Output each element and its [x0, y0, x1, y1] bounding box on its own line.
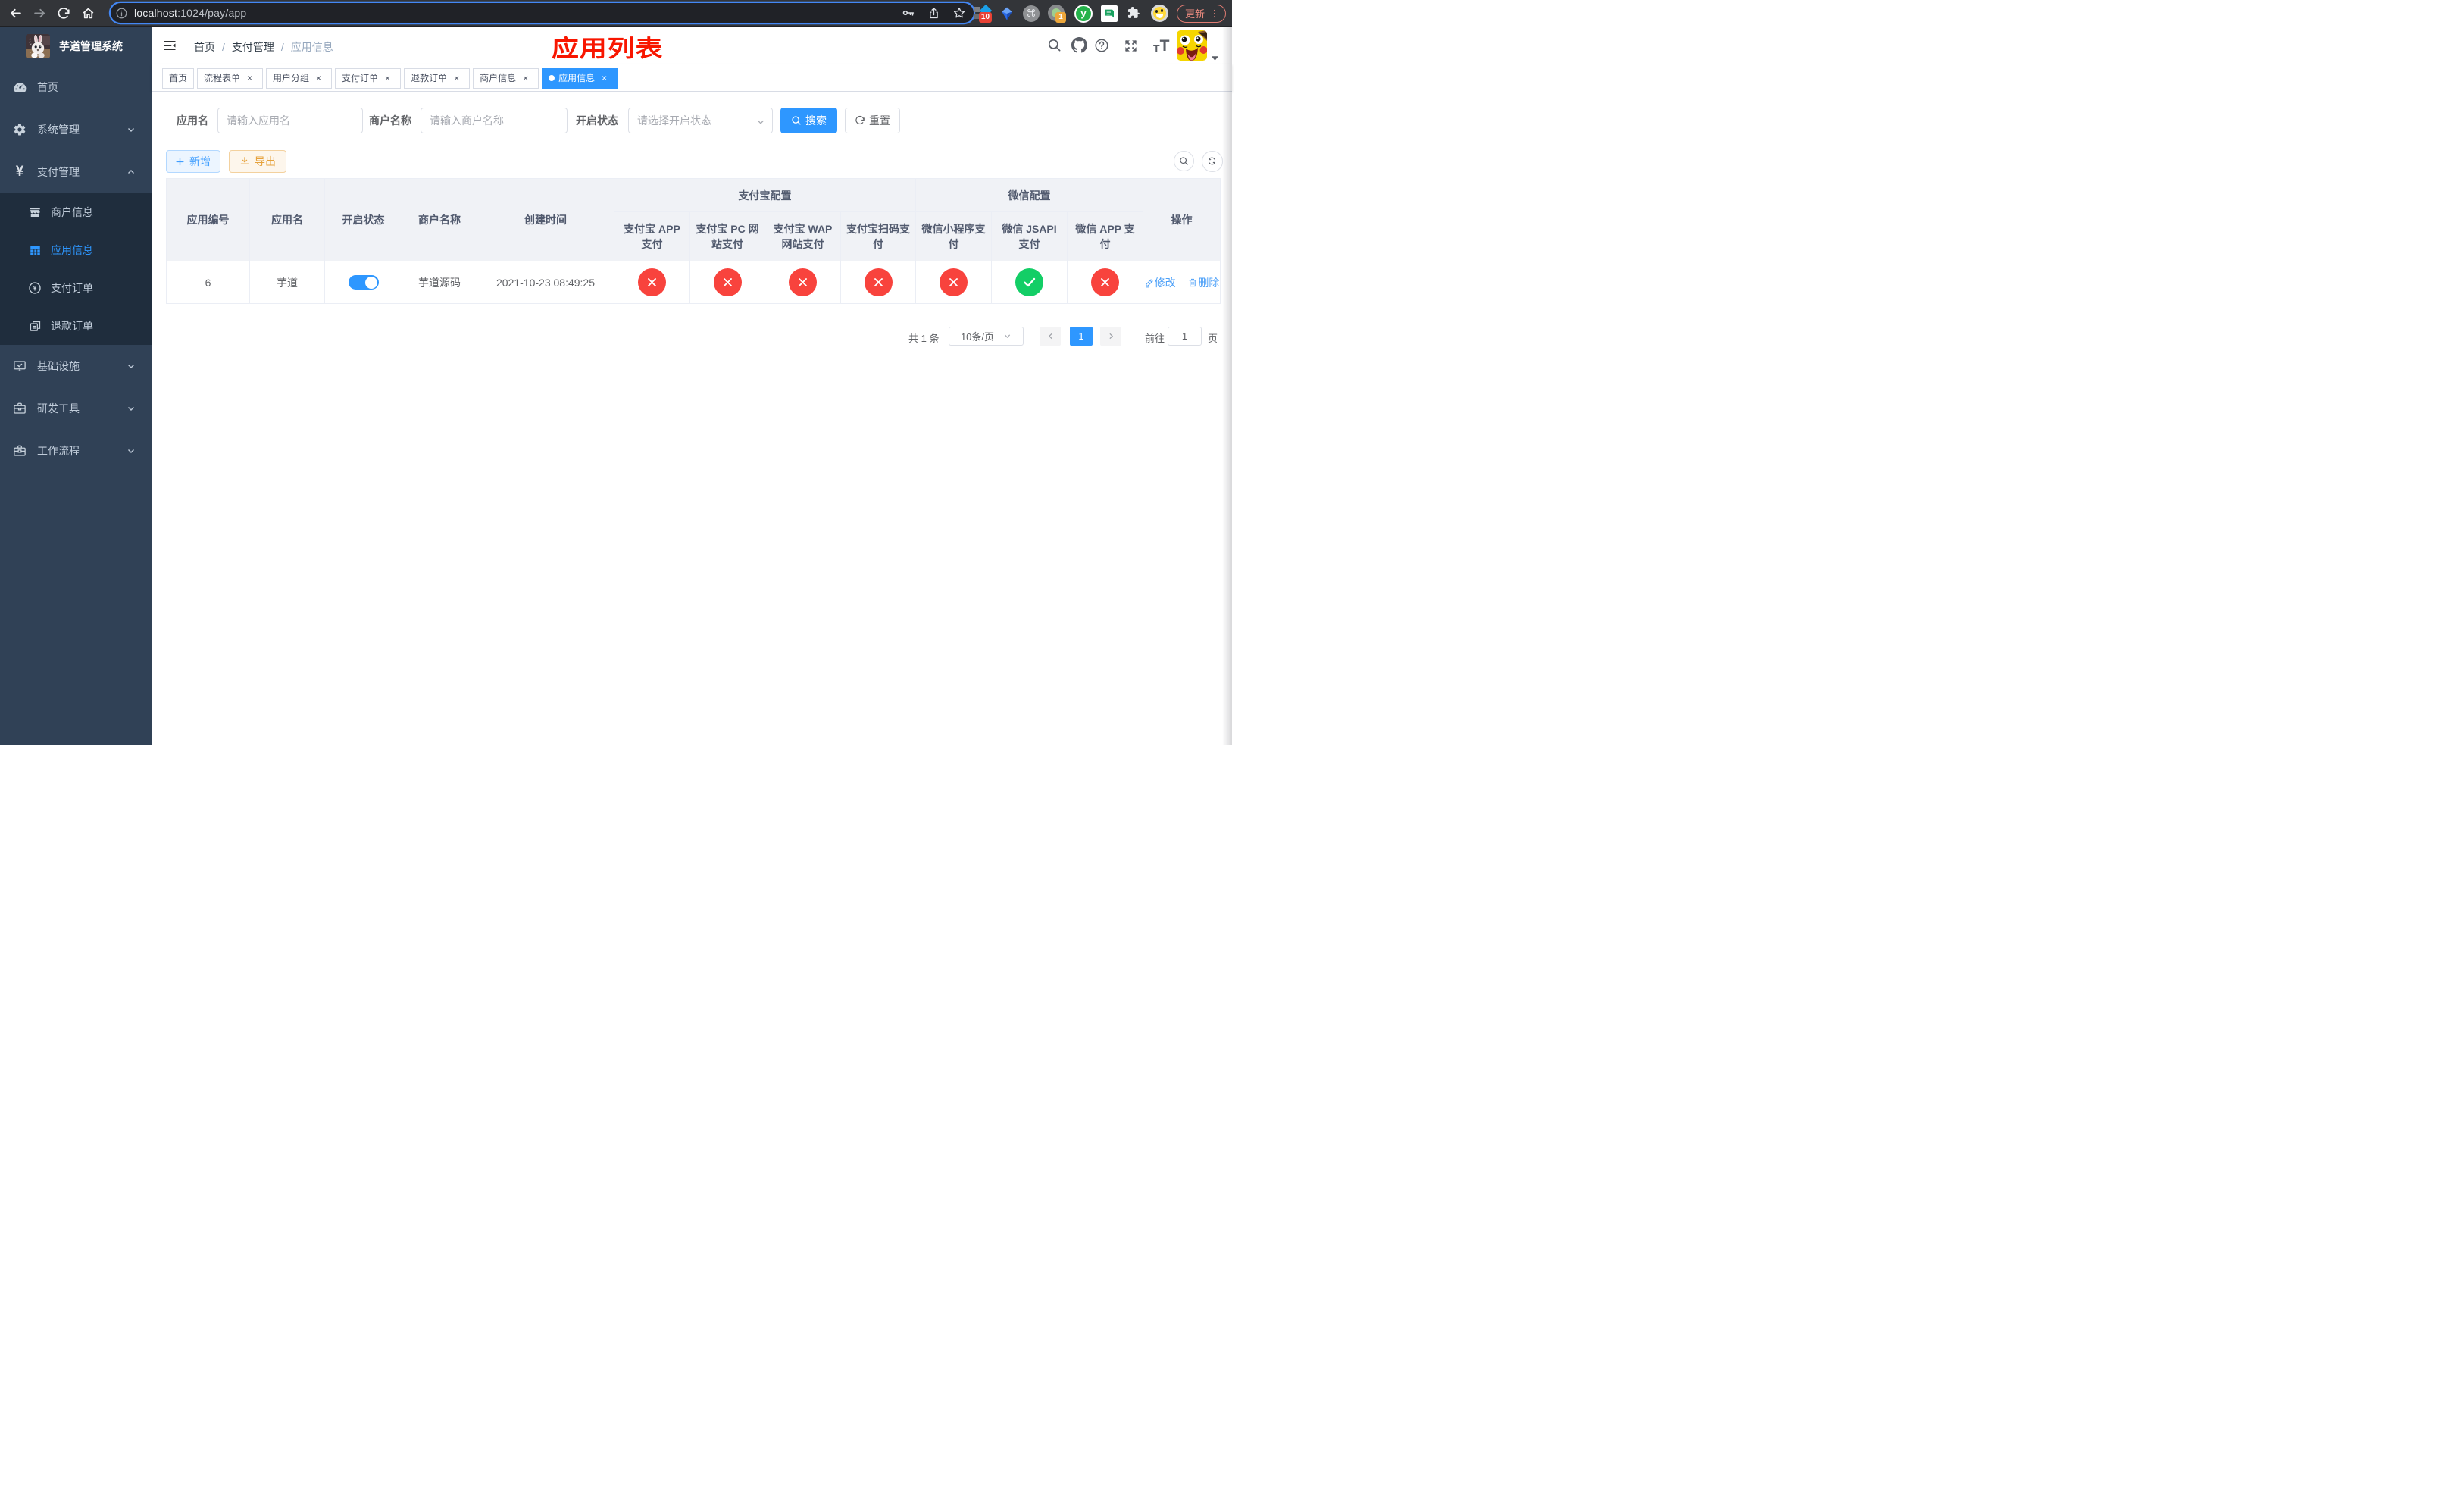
svg-text:¥: ¥: [33, 284, 36, 292]
